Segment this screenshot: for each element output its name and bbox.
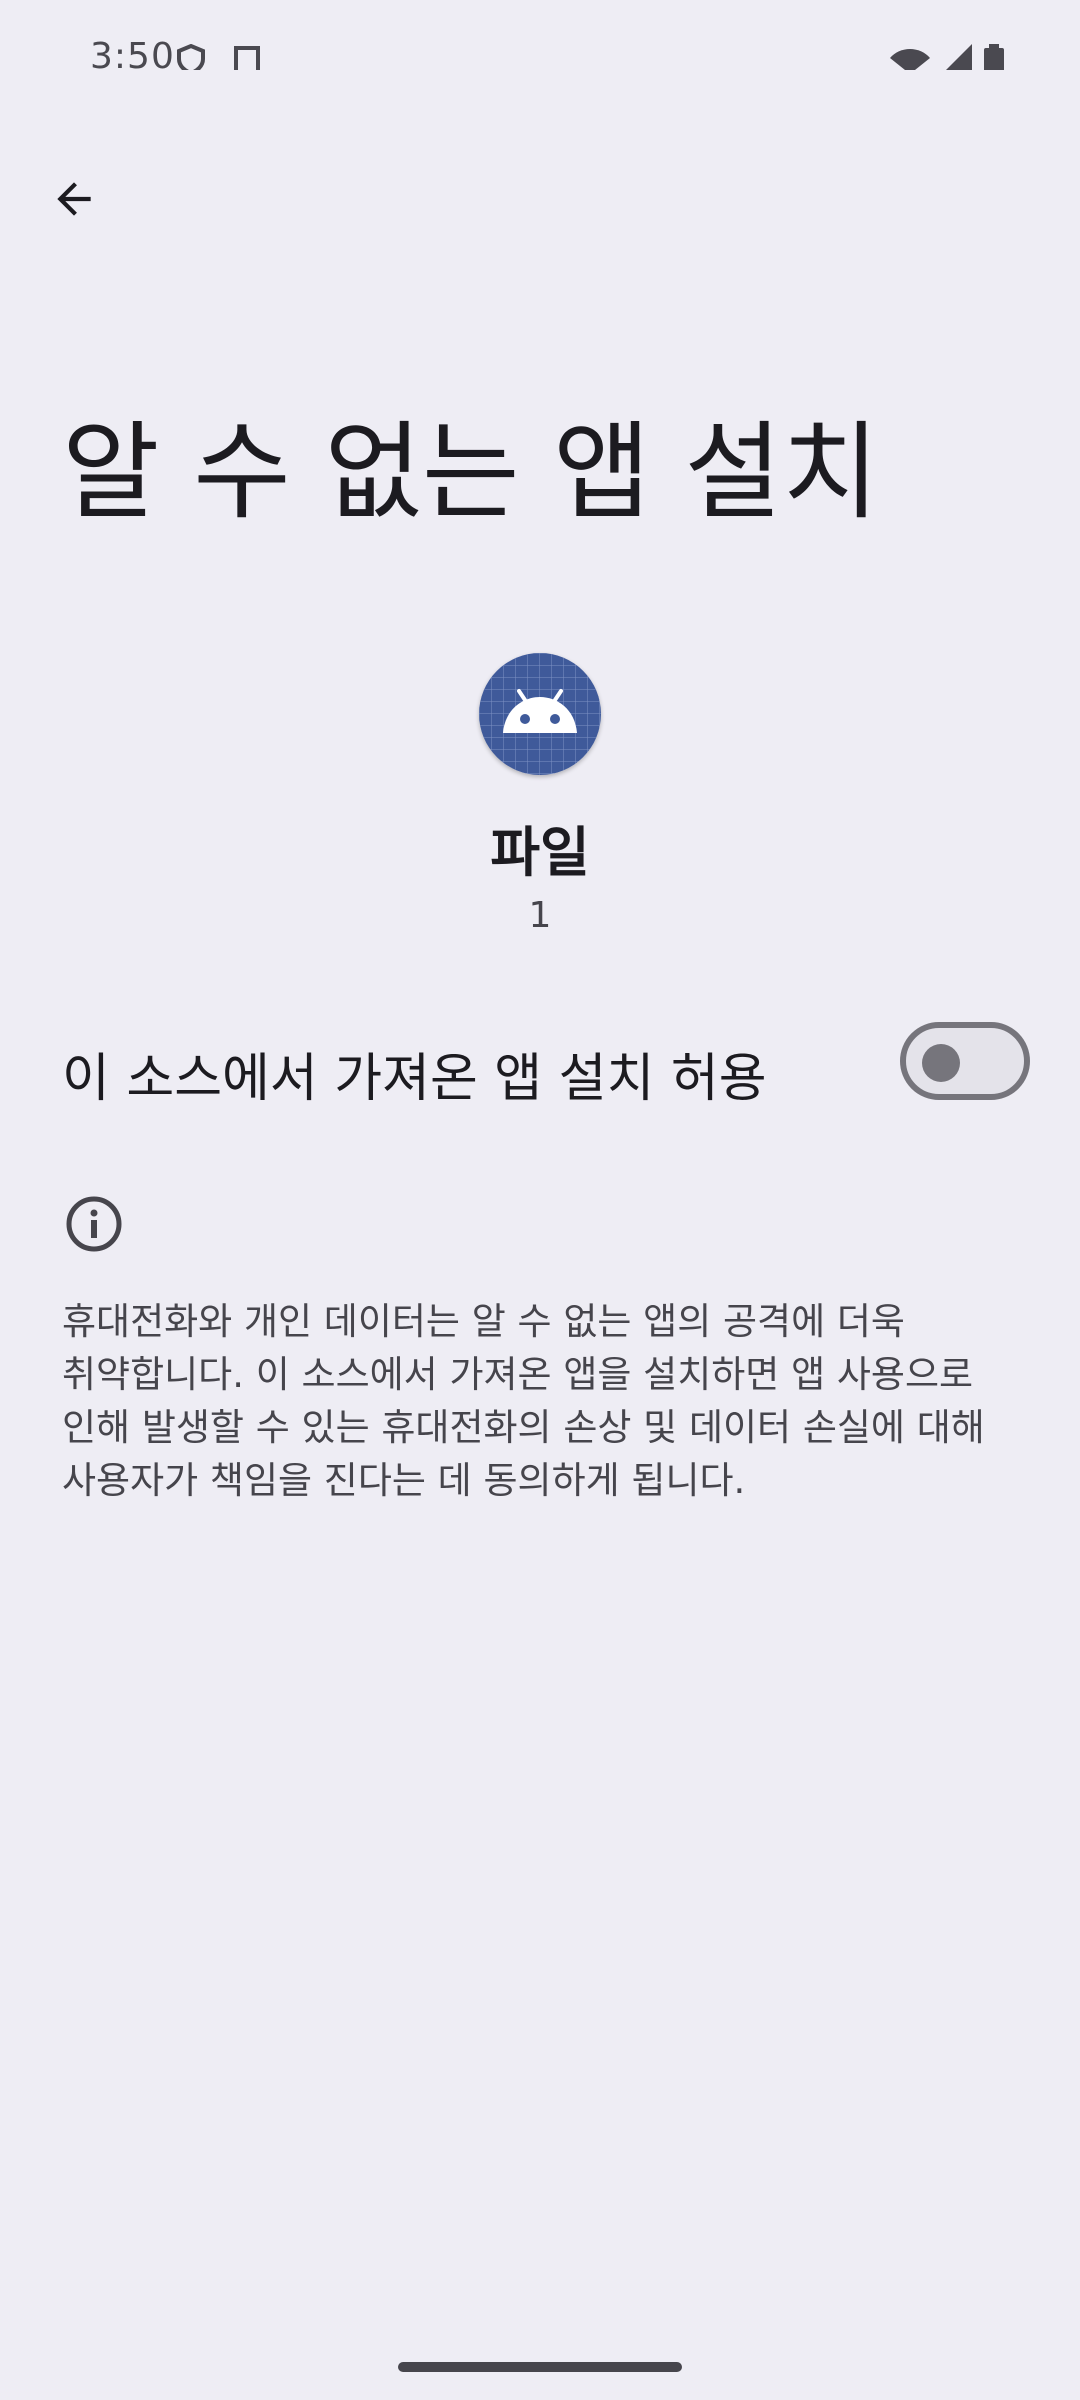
warning-text: 휴대전화와 개인 데이터는 알 수 없는 앱의 공격에 더욱 취약합니다. 이 … [62, 1300, 985, 1502]
battery-icon [984, 44, 1004, 70]
app-version: 1 [528, 895, 552, 936]
arrow-back-icon [57, 182, 91, 216]
back-button[interactable] [30, 155, 118, 243]
allow-install-label: 이 소스에서 가져온 앱 설치 허용 [62, 1049, 767, 1109]
signal-icon [946, 44, 972, 70]
info-icon [66, 1196, 122, 1252]
app-icon [479, 653, 601, 775]
wifi-icon [890, 49, 930, 70]
app-name: 파일 [490, 821, 590, 884]
allow-install-row[interactable]: 이 소스에서 가져온 앱 설치 허용 [0, 1000, 1080, 1130]
status-time: 3:50 [90, 36, 175, 70]
status-bar: 3:50 [0, 0, 1080, 70]
allow-install-toggle[interactable] [900, 1022, 1030, 1100]
toggle-thumb [922, 1044, 960, 1082]
page-title: 알 수 없는 앱 설치 [62, 411, 880, 534]
screenshot-icon [234, 46, 260, 70]
android-icon [479, 653, 601, 775]
navigation-handle[interactable] [398, 2362, 682, 2372]
shield-icon [177, 44, 205, 70]
